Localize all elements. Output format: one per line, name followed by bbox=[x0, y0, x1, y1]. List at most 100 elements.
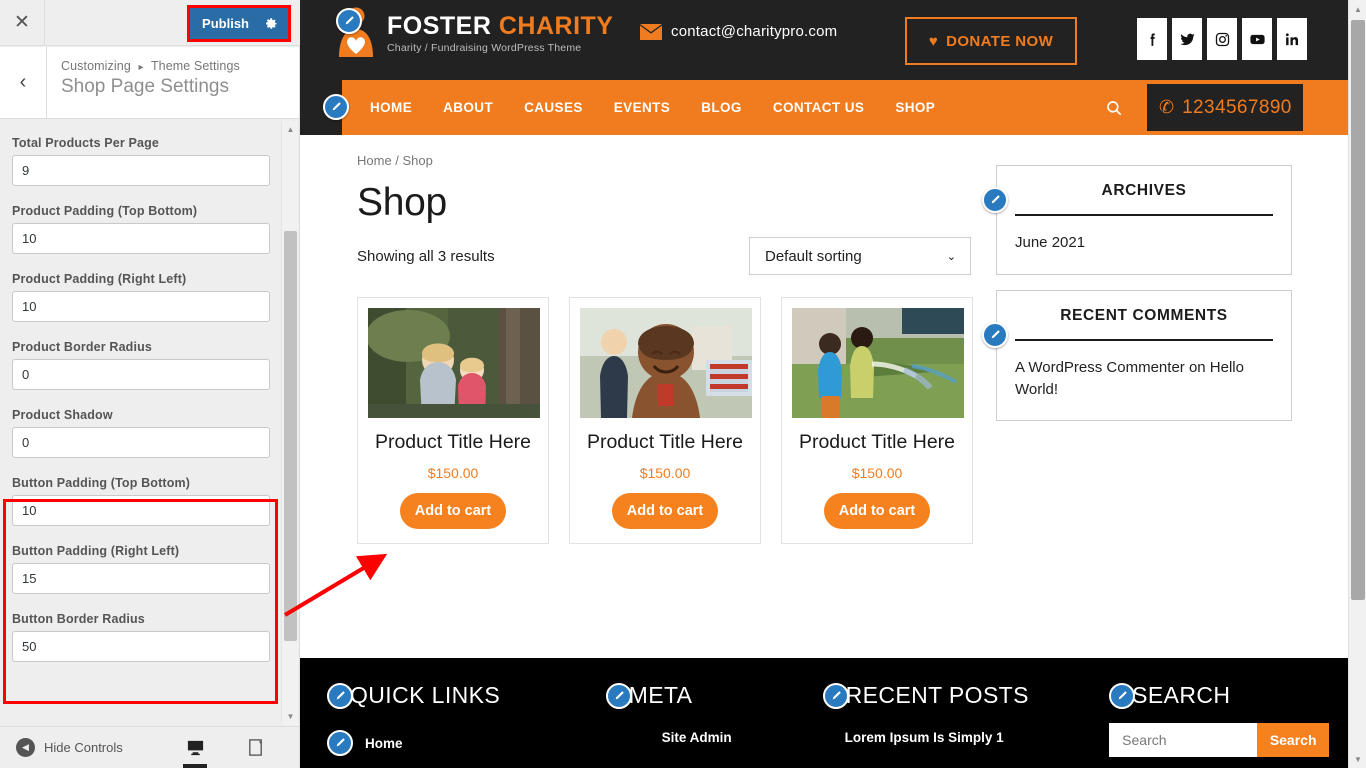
result-count: Showing all 3 results bbox=[357, 247, 495, 265]
breadcrumb-section[interactable]: Theme Settings bbox=[151, 59, 240, 73]
widget-item[interactable]: June 2021 bbox=[1015, 232, 1273, 254]
social-links bbox=[1137, 18, 1307, 60]
footer-link-home[interactable]: Home bbox=[327, 730, 606, 756]
add-to-cart-button[interactable]: Add to cart bbox=[399, 493, 507, 530]
nav-item-shop[interactable]: SHOP bbox=[895, 100, 935, 115]
gear-icon[interactable] bbox=[261, 8, 288, 39]
edit-home-link-pencil-icon[interactable] bbox=[327, 730, 353, 756]
field-input[interactable]: 50 bbox=[12, 631, 270, 662]
field-button-padding-right-left: Button Padding (Right Left) 15 bbox=[12, 544, 273, 594]
footer-heading-label: RECENT POSTS bbox=[845, 682, 1029, 708]
preview-scrollbar[interactable]: ▲ ▼ bbox=[1348, 0, 1366, 768]
nav-item-home[interactable]: HOME bbox=[370, 100, 412, 115]
footer-heading-label: QUICK LINKS bbox=[350, 682, 501, 708]
back-button[interactable]: ‹ bbox=[0, 47, 47, 118]
edit-logo-pencil-icon[interactable] bbox=[336, 8, 362, 34]
edit-recent-comments-pencil-icon[interactable] bbox=[982, 322, 1008, 348]
search-input[interactable]: Search bbox=[1109, 723, 1258, 757]
add-to-cart-button[interactable]: Add to cart bbox=[823, 493, 931, 530]
footer-link-site-admin[interactable]: Site Admin bbox=[662, 730, 823, 745]
field-total-products-per-page: Total Products Per Page 9 bbox=[12, 136, 273, 186]
nav-item-causes[interactable]: CAUSES bbox=[524, 100, 583, 115]
search-submit-button[interactable]: Search bbox=[1257, 723, 1330, 757]
product-title[interactable]: Product Title Here bbox=[368, 430, 538, 454]
product-card[interactable]: Product Title Here $150.00 Add to cart bbox=[781, 297, 973, 545]
customizer-footer: ◀ Hide Controls bbox=[0, 726, 319, 768]
field-label: Product Padding (Top Bottom) bbox=[12, 204, 198, 218]
donate-now-button[interactable]: ♥ DONATE NOW bbox=[905, 17, 1077, 65]
add-to-cart-button[interactable]: Add to cart bbox=[611, 493, 719, 530]
nav-item-events[interactable]: EVENTS bbox=[614, 100, 670, 115]
footer-column-meta: META Site Admin bbox=[605, 682, 823, 757]
scroll-down-icon[interactable]: ▼ bbox=[282, 708, 299, 725]
product-price: $150.00 bbox=[851, 465, 903, 482]
edit-menu-pencil-icon[interactable] bbox=[323, 94, 349, 120]
footer-heading: RECENT POSTS bbox=[822, 682, 1110, 709]
nav-item-contact-us[interactable]: CONTACT US bbox=[773, 100, 865, 115]
header-email[interactable]: contact@charitypro.com bbox=[640, 23, 837, 40]
footer-columns: QUICK LINKS Home META Site Admin RECENT … bbox=[327, 682, 1348, 757]
field-product-shadow: Product Shadow 0 bbox=[12, 408, 273, 458]
site-preview: FOSTER CHARITY Charity / Fundraising Wor… bbox=[300, 0, 1366, 768]
field-product-padding-right-left: Product Padding (Right Left) 10 bbox=[12, 272, 273, 322]
twitter-icon[interactable] bbox=[1172, 18, 1202, 60]
field-input[interactable]: 15 bbox=[12, 563, 270, 594]
phone-number-box[interactable]: ✆ 1234567890 bbox=[1146, 83, 1304, 132]
field-input[interactable]: 10 bbox=[12, 495, 270, 526]
publish-highlight-box: Publish bbox=[187, 5, 291, 42]
widget-title: RECENT COMMENTS bbox=[1060, 306, 1228, 324]
instagram-icon[interactable] bbox=[1207, 18, 1237, 60]
scrollbar-thumb[interactable] bbox=[284, 231, 297, 641]
field-input[interactable]: 0 bbox=[12, 359, 270, 390]
donate-label: DONATE NOW bbox=[946, 32, 1054, 50]
scroll-down-icon[interactable]: ▼ bbox=[1349, 750, 1366, 768]
publish-button[interactable]: Publish bbox=[190, 8, 261, 39]
product-card[interactable]: Product Title Here $150.00 Add to cart bbox=[357, 297, 549, 545]
hide-controls-button[interactable]: ◀ Hide Controls bbox=[16, 738, 123, 757]
scrollbar-thumb[interactable] bbox=[1351, 20, 1365, 600]
logo-subtitle: Charity / Fundraising WordPress Theme bbox=[387, 42, 582, 55]
scroll-up-icon[interactable]: ▲ bbox=[1349, 0, 1366, 18]
sorting-value: Default sorting bbox=[765, 247, 862, 265]
nav-search-button[interactable] bbox=[1105, 80, 1123, 135]
heart-icon: ♥ bbox=[928, 32, 939, 50]
nav-item-blog[interactable]: BLOG bbox=[701, 100, 742, 115]
field-input[interactable]: 10 bbox=[12, 291, 270, 322]
close-icon[interactable]: ✕ bbox=[0, 0, 45, 45]
site-logo[interactable]: FOSTER CHARITY Charity / Fundraising Wor… bbox=[333, 5, 613, 63]
nav-item-about[interactable]: ABOUT bbox=[443, 100, 493, 115]
facebook-icon[interactable] bbox=[1137, 18, 1167, 60]
field-input[interactable]: 9 bbox=[12, 155, 270, 186]
breadcrumb-root[interactable]: Customizing bbox=[61, 59, 131, 73]
field-input[interactable]: 10 bbox=[12, 223, 270, 254]
product-image bbox=[792, 308, 964, 418]
product-title[interactable]: Product Title Here bbox=[580, 430, 750, 454]
scroll-up-icon[interactable]: ▲ bbox=[282, 121, 299, 138]
logo-title-primary: FOSTER bbox=[387, 12, 492, 41]
footer-heading: QUICK LINKS bbox=[327, 682, 606, 709]
footer-column-quick-links: QUICK LINKS Home bbox=[327, 682, 606, 757]
field-label: Product Padding (Right Left) bbox=[12, 272, 187, 286]
field-label: Button Padding (Top Bottom) bbox=[12, 476, 191, 490]
tablet-icon[interactable] bbox=[238, 726, 272, 768]
linkedin-icon[interactable] bbox=[1277, 18, 1307, 60]
chevron-down-icon: ⌄ bbox=[946, 250, 956, 263]
customizer-scrollbar[interactable]: ▲ ▼ bbox=[281, 121, 298, 725]
youtube-icon[interactable] bbox=[1242, 18, 1272, 60]
hide-controls-label: Hide Controls bbox=[44, 740, 123, 755]
logo-title-secondary: CHARITY bbox=[498, 12, 614, 41]
product-title[interactable]: Product Title Here bbox=[792, 430, 962, 454]
footer-link-recent-post[interactable]: Lorem Ipsum Is Simply 1 bbox=[845, 730, 1110, 745]
field-label: Button Border Radius bbox=[12, 612, 145, 626]
edit-archives-pencil-icon[interactable] bbox=[982, 187, 1008, 213]
desktop-icon[interactable] bbox=[178, 726, 212, 768]
widget-archives: ARCHIVES June 2021 bbox=[996, 165, 1292, 275]
customizer-header: ✕ Publish bbox=[0, 0, 300, 46]
field-product-padding-top-bottom: Product Padding (Top Bottom) 10 bbox=[12, 204, 273, 254]
sorting-select[interactable]: Default sorting ⌄ bbox=[749, 237, 971, 275]
product-card[interactable]: Product Title Here $150.00 Add to cart bbox=[569, 297, 761, 545]
widget-title: ARCHIVES bbox=[1101, 182, 1187, 199]
field-input[interactable]: 0 bbox=[12, 427, 270, 458]
footer-column-search: SEARCH Search Search bbox=[1109, 682, 1348, 757]
widget-item[interactable]: A WordPress Commenter on Hello World! bbox=[1015, 357, 1273, 401]
